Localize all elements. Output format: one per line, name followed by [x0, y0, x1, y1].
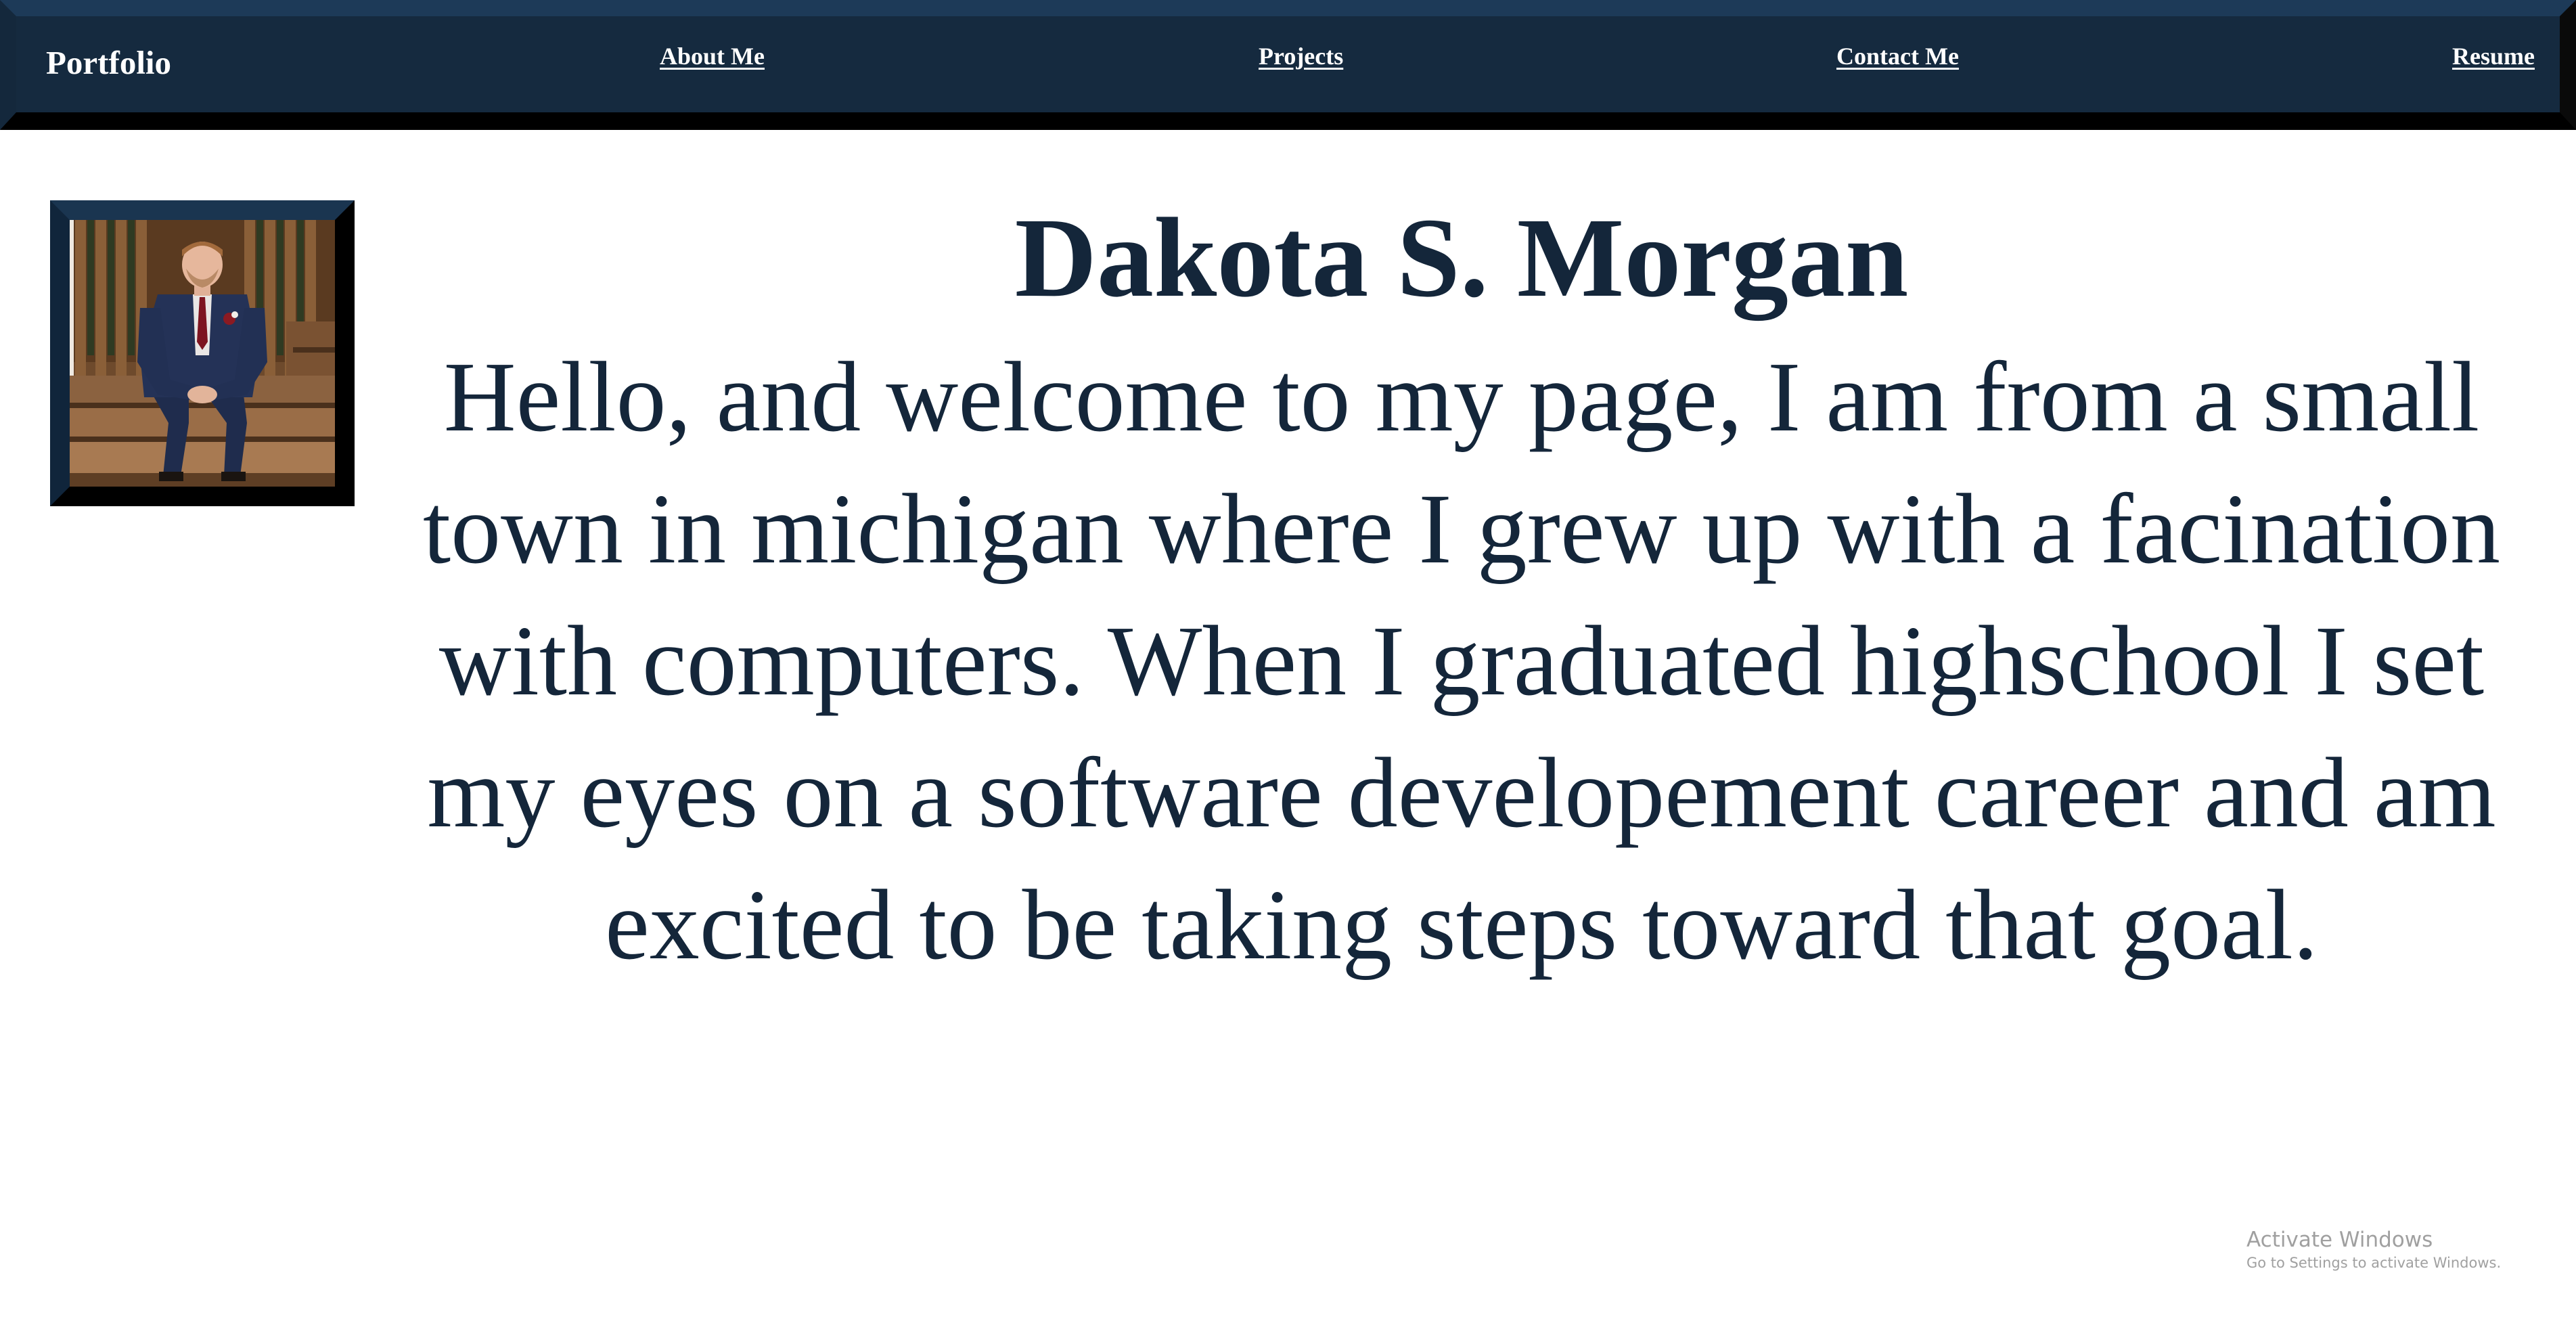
- profile-name: Dakota S. Morgan: [1014, 195, 1909, 321]
- profile-bio: Hello, and welcome to my page, I am from…: [422, 342, 2501, 981]
- navbar: Portfolio About Me Projects Contact Me R…: [0, 0, 2576, 130]
- nav-link-contact-me[interactable]: Contact Me: [1836, 42, 1959, 70]
- nav-link-projects[interactable]: Projects: [1259, 42, 1343, 70]
- activate-windows-watermark: Activate Windows Go to Settings to activ…: [2246, 1227, 2501, 1273]
- profile-photo-frame: [50, 200, 355, 506]
- profile-photo: [70, 220, 335, 487]
- activate-windows-subtitle: Go to Settings to activate Windows.: [2246, 1255, 2502, 1271]
- activate-windows-title: Activate Windows: [2246, 1228, 2433, 1252]
- brand-title[interactable]: Portfolio: [46, 43, 171, 82]
- nav-link-about-me[interactable]: About Me: [660, 42, 765, 70]
- nav-link-resume[interactable]: Resume: [2452, 42, 2535, 70]
